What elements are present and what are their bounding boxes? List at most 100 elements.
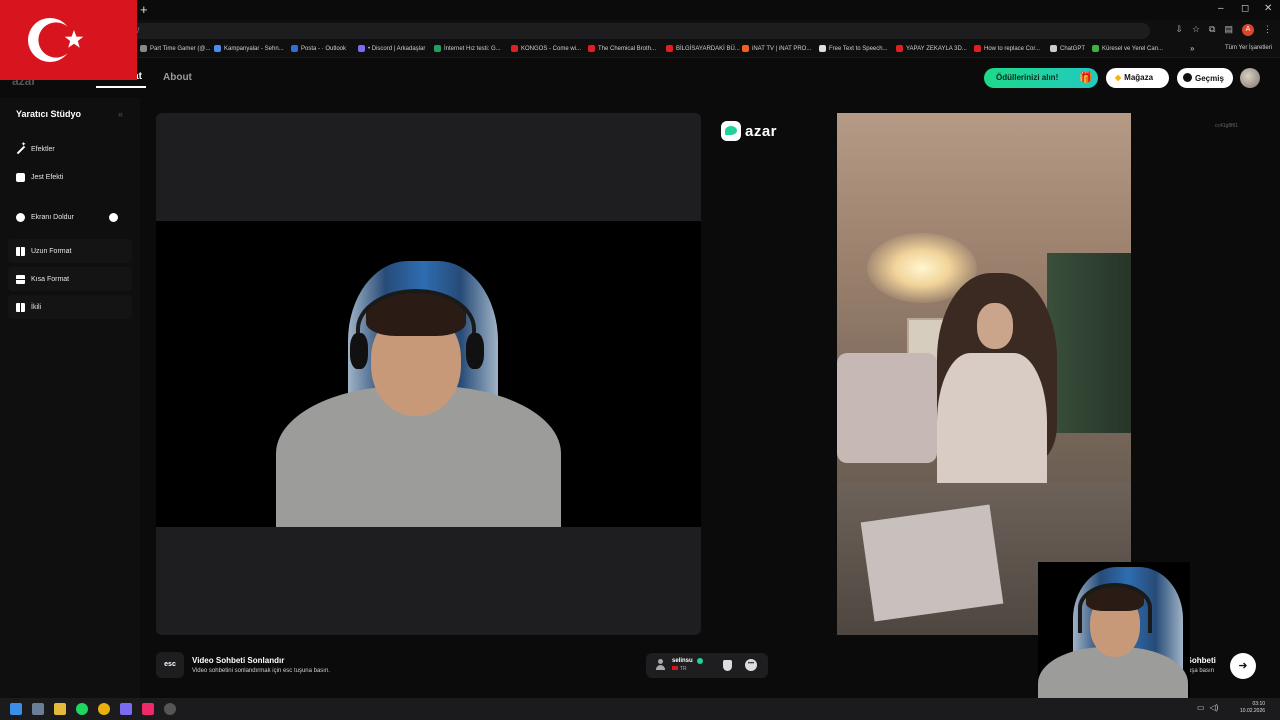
new-tab-button[interactable]: + bbox=[140, 2, 148, 17]
sidebar-title: Yaratıcı Stüdyo bbox=[16, 109, 82, 119]
turkey-flag-icon bbox=[672, 666, 678, 670]
app-icon[interactable] bbox=[164, 703, 176, 715]
bookmark-item[interactable]: Part Time Gamer (@... bbox=[140, 45, 210, 52]
bookmark-favicon bbox=[511, 45, 518, 52]
verified-icon bbox=[697, 658, 703, 664]
sidebar-item-label: Jest Efekti bbox=[31, 173, 64, 181]
sidebar-item-dual[interactable]: İkili bbox=[8, 295, 132, 319]
peer-info-bar: selinsu TR ••• bbox=[646, 653, 768, 678]
user-avatar[interactable] bbox=[1240, 68, 1260, 88]
bookmark-favicon bbox=[588, 45, 595, 52]
sidebar-item-fill-screen[interactable]: Ekranı Doldur bbox=[8, 205, 132, 229]
sidebar-item-label: Ekranı Doldur bbox=[31, 213, 74, 221]
session-id: cc41g8f61 bbox=[1215, 123, 1239, 129]
network-icon[interactable]: ▭ bbox=[1197, 703, 1205, 712]
sidebar-item-label: İkili bbox=[31, 303, 42, 311]
report-shield-icon[interactable] bbox=[723, 660, 732, 671]
app-icon[interactable] bbox=[32, 703, 44, 715]
bookmark-item[interactable]: KONGOS - Come wi... bbox=[511, 45, 581, 52]
sidebar-item-long-format[interactable]: Uzun Format bbox=[8, 239, 132, 263]
sidebar-item-short-format[interactable]: Kısa Format bbox=[8, 267, 132, 291]
bookmark-favicon bbox=[1092, 45, 1099, 52]
bookmark-item[interactable]: BİLGİSAYARDAKİ BÜ... bbox=[666, 45, 740, 52]
bookmark-item[interactable]: How to replace Cor... bbox=[974, 45, 1040, 52]
bookmark-item[interactable]: iNAT TV | iNAT PRO... bbox=[742, 45, 811, 52]
bookmark-item[interactable]: Posta - · Outlook bbox=[291, 45, 346, 52]
active-tab-indicator bbox=[96, 86, 146, 88]
layout-columns-icon bbox=[16, 246, 25, 256]
next-chat-button[interactable]: ➜ bbox=[1230, 653, 1256, 679]
bookmark-favicon bbox=[358, 45, 365, 52]
profile-avatar[interactable]: A bbox=[1242, 24, 1254, 36]
screen: + – ◻ ✕ ttr/ ⇩ ☆ ⧉ ▤ A ⋮ Part Time Gamer… bbox=[0, 0, 1280, 720]
bookmark-favicon bbox=[896, 45, 903, 52]
history-button[interactable]: Geçmiş bbox=[1177, 68, 1233, 88]
nav-about[interactable]: About bbox=[163, 72, 192, 83]
bookmark-item[interactable]: Kampanyalar - Sehn... bbox=[214, 45, 284, 52]
bookmark-item[interactable]: YAPAY ZEKAYLA 3D... bbox=[896, 45, 967, 52]
clock-icon bbox=[1183, 73, 1192, 82]
bookmark-item[interactable]: Free Text to Speech... bbox=[819, 45, 888, 52]
bookmark-item[interactable]: The Chemical Broth... bbox=[588, 45, 656, 52]
clock-date: 10.02.2026 bbox=[1240, 708, 1266, 714]
bookmark-favicon bbox=[214, 45, 221, 52]
all-bookmarks-folder[interactable]: Tüm Yer İşaretleri bbox=[1225, 45, 1272, 51]
bookmark-item[interactable]: • Discord | Arkadaşlar bbox=[358, 45, 425, 52]
close-window-button[interactable]: ✕ bbox=[1264, 3, 1272, 14]
menu-kebab-icon[interactable]: ⋮ bbox=[1263, 24, 1272, 36]
bookmark-item[interactable]: İnternet Hız testi: G... bbox=[434, 45, 501, 52]
sidebar-item-effects[interactable]: Efektler bbox=[8, 137, 132, 161]
extensions-icon[interactable]: ⧉ bbox=[1209, 24, 1215, 36]
esc-key-button[interactable]: esc bbox=[156, 652, 184, 678]
collapse-sidebar-button[interactable]: « bbox=[118, 109, 123, 119]
chat-bubble-icon[interactable]: ••• bbox=[745, 659, 757, 671]
smile-icon bbox=[16, 172, 25, 182]
windows-start-icon[interactable] bbox=[10, 703, 22, 715]
sidebar-item-label: Uzun Format bbox=[31, 247, 72, 255]
cabinet bbox=[1047, 253, 1131, 433]
bookmarks-overflow-button[interactable]: » bbox=[1190, 44, 1194, 53]
bookmark-item[interactable]: Küresel ve Yerel Can... bbox=[1092, 45, 1163, 52]
bookmark-favicon bbox=[434, 45, 441, 52]
headset bbox=[356, 289, 476, 369]
peer-name[interactable]: selinsu bbox=[672, 658, 693, 664]
install-icon[interactable]: ⇩ bbox=[1175, 24, 1183, 36]
system-clock[interactable]: 03:10 10.02.2026 bbox=[1240, 701, 1265, 715]
bookmark-item[interactable]: ChatGPT bbox=[1050, 45, 1085, 52]
creative-studio-sidebar: Yaratıcı Stüdyo « Efektler Jest Efekti E… bbox=[0, 98, 140, 698]
bookmark-favicon bbox=[666, 45, 673, 52]
toolbar-icons: ⇩ ☆ ⧉ ▤ A ⋮ bbox=[1175, 24, 1272, 36]
headset-cup bbox=[466, 333, 484, 369]
turkish-flag-overlay bbox=[0, 0, 137, 80]
discord-icon[interactable] bbox=[120, 703, 132, 715]
store-button[interactable]: ◆ Mağaza bbox=[1106, 68, 1169, 88]
bookmark-favicon bbox=[1050, 45, 1057, 52]
maximize-button[interactable]: ◻ bbox=[1241, 3, 1249, 14]
windows-taskbar: ▭ ◁) 03:10 10.02.2026 bbox=[0, 698, 1280, 720]
peer-face bbox=[977, 303, 1013, 349]
file-explorer-icon[interactable] bbox=[54, 703, 66, 715]
layout-dual-icon bbox=[16, 302, 25, 312]
sidebar-icon[interactable]: ▤ bbox=[1224, 24, 1233, 36]
azar-wordmark: azar bbox=[745, 122, 778, 140]
sidebar-item-label: Efektler bbox=[31, 145, 55, 153]
rewards-label: Ödüllerinizi alın! bbox=[996, 73, 1059, 82]
bookmark-star-icon[interactable]: ☆ bbox=[1192, 24, 1200, 36]
shopping-bag bbox=[860, 504, 1004, 622]
fill-screen-toggle[interactable] bbox=[109, 213, 118, 222]
history-label: Geçmiş bbox=[1195, 74, 1224, 83]
tiktok-icon[interactable] bbox=[142, 703, 154, 715]
address-bar[interactable]: ttr/ bbox=[120, 23, 1150, 39]
clock-time: 03:10 bbox=[1252, 701, 1266, 707]
layout-rows-icon bbox=[16, 274, 25, 284]
minimize-button[interactable]: – bbox=[1218, 3, 1224, 14]
store-label: Mağaza bbox=[1124, 73, 1154, 82]
spotify-icon[interactable] bbox=[76, 703, 88, 715]
volume-icon[interactable]: ◁) bbox=[1210, 703, 1219, 712]
rewards-button[interactable]: Ödüllerinizi alın! 🎁 bbox=[984, 68, 1098, 88]
crescent-star-icon bbox=[0, 0, 137, 80]
sidebar-item-label: Kısa Format bbox=[31, 275, 70, 283]
chrome-icon[interactable] bbox=[98, 703, 110, 715]
sidebar-item-gesture-effect[interactable]: Jest Efekti bbox=[8, 165, 132, 189]
end-chat-hint: Video sohbetini sonlandırmak için esc tu… bbox=[192, 668, 330, 674]
